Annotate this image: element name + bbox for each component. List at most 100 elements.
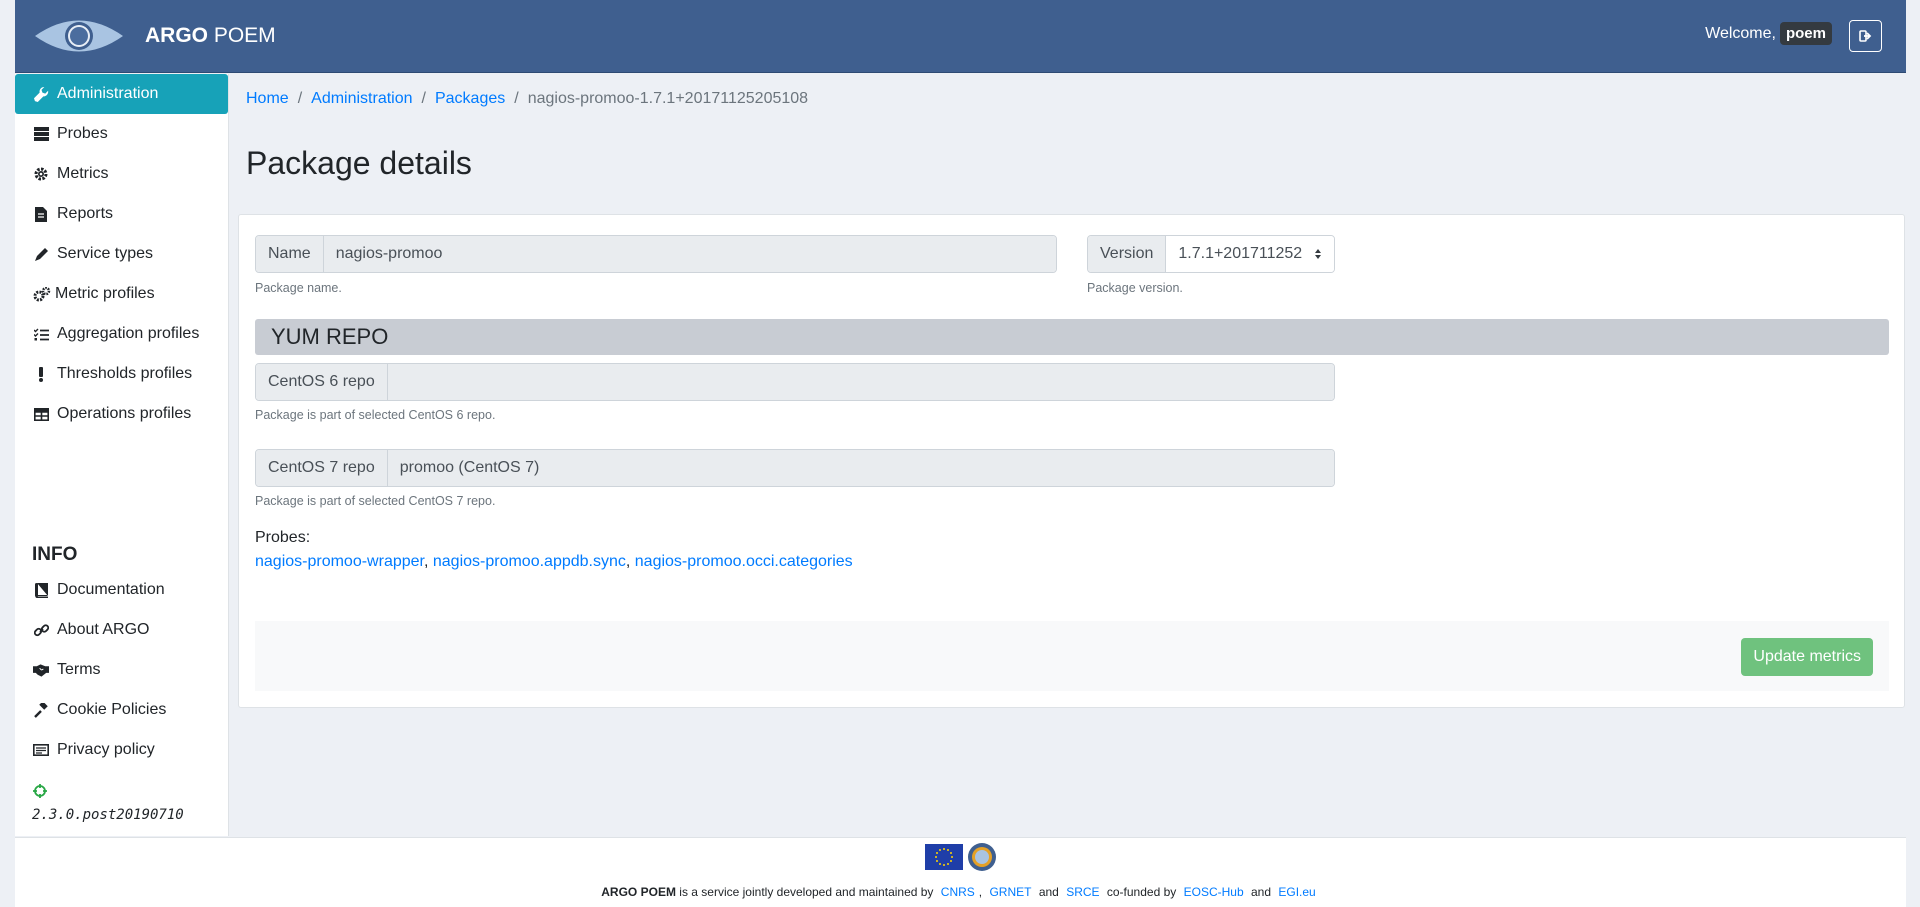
crosshairs-icon bbox=[33, 784, 228, 803]
sidebar-item-label: Administration bbox=[57, 85, 159, 102]
username-badge: poem bbox=[1779, 22, 1832, 45]
breadcrumb-current: nagios-promoo-1.7.1+20171125205108 bbox=[527, 90, 809, 107]
centos6-help-text: Package is part of selected CentOS 6 rep… bbox=[255, 408, 496, 422]
footer-link-srce[interactable]: SRCE bbox=[1066, 885, 1099, 899]
sidebar-item-label: Probes bbox=[57, 125, 108, 142]
brand-title[interactable]: ARGO POEM bbox=[145, 24, 276, 48]
version-select[interactable]: 1.7.1+201711252 bbox=[1166, 236, 1334, 272]
list-check-icon bbox=[33, 326, 49, 342]
sidebar-item-label: Operations profiles bbox=[57, 405, 192, 422]
book-icon bbox=[33, 582, 49, 598]
sidebar-item-label: Cookie Policies bbox=[57, 701, 167, 718]
footer-link-cnrs[interactable]: CNRS bbox=[941, 885, 975, 899]
name-help-text: Package name. bbox=[255, 281, 342, 295]
id-card-icon bbox=[33, 742, 49, 758]
sidebar-item-label: About ARGO bbox=[57, 621, 150, 638]
version-selected-value: 1.7.1+201711252 bbox=[1178, 245, 1303, 262]
breadcrumb-separator: / bbox=[297, 90, 303, 107]
link-icon bbox=[33, 622, 49, 638]
handshake-icon bbox=[33, 662, 49, 678]
eu-flag-logo bbox=[925, 844, 963, 870]
sidebar-item-terms[interactable]: Terms bbox=[15, 650, 228, 690]
gears-icon bbox=[33, 286, 51, 302]
yum-repo-section-title: YUM REPO bbox=[255, 319, 1889, 355]
breadcrumb-home[interactable]: Home bbox=[246, 90, 289, 108]
server-icon bbox=[33, 126, 49, 142]
sidebar-item-label: Thresholds profiles bbox=[57, 365, 193, 382]
sidebar-item-aggregation-profiles[interactable]: Aggregation profiles bbox=[15, 314, 228, 354]
table-icon bbox=[33, 406, 49, 422]
sidebar: Administration Probes Metrics Reports Se… bbox=[15, 74, 229, 836]
sidebar-item-label: Reports bbox=[57, 205, 114, 222]
sidebar-item-label: Metrics bbox=[57, 165, 109, 182]
breadcrumb-separator: / bbox=[421, 90, 426, 107]
footer-text: ARGO POEM is a service jointly developed… bbox=[601, 885, 1316, 899]
name-input[interactable]: nagios-promoo bbox=[323, 236, 1056, 272]
sidebar-item-operations-profiles[interactable]: Operations profiles bbox=[15, 394, 228, 434]
centos7-field-label: CentOS 7 repo bbox=[256, 450, 388, 486]
sidebar-item-label: Terms bbox=[57, 661, 101, 678]
sidebar-item-label: Aggregation profiles bbox=[57, 325, 200, 342]
wrench-icon bbox=[33, 86, 49, 102]
logout-button[interactable] bbox=[1849, 20, 1882, 52]
file-icon bbox=[33, 206, 49, 222]
footer-logos bbox=[925, 842, 997, 872]
select-arrows-icon bbox=[1315, 249, 1321, 259]
centos7-field-group: CentOS 7 repo promoo (CentOS 7) bbox=[255, 449, 1335, 487]
sidebar-item-label: Documentation bbox=[57, 581, 165, 598]
probe-link[interactable]: nagios-promoo-wrapper bbox=[255, 553, 424, 570]
top-header: ARGO POEM Welcome, poem bbox=[15, 0, 1906, 73]
name-field-label: Name bbox=[256, 236, 324, 272]
welcome-area: Welcome, poem bbox=[1705, 22, 1832, 45]
version-label: 2.3.0.post20190710 bbox=[32, 807, 184, 823]
update-metrics-button[interactable]: Update metrics bbox=[1741, 638, 1873, 676]
footer-link-egi[interactable]: EGI.eu bbox=[1278, 885, 1315, 899]
breadcrumb: Home / Administration / Packages / nagio… bbox=[246, 90, 808, 108]
sidebar-item-thresholds-profiles[interactable]: Thresholds profiles bbox=[15, 354, 228, 394]
breadcrumb-packages[interactable]: Packages bbox=[435, 90, 505, 108]
centos6-field-label: CentOS 6 repo bbox=[256, 364, 388, 400]
argo-circle-logo bbox=[968, 843, 996, 871]
gear-icon bbox=[33, 166, 49, 182]
footer-link-eosc-hub[interactable]: EOSC-Hub bbox=[1184, 885, 1244, 899]
sidebar-item-service-types[interactable]: Service types bbox=[15, 234, 228, 274]
welcome-text: Welcome, bbox=[1705, 24, 1776, 42]
page-title: Package details bbox=[246, 145, 472, 181]
sidebar-item-metric-profiles[interactable]: Metric profiles bbox=[15, 274, 228, 314]
sidebar-item-probes[interactable]: Probes bbox=[15, 114, 228, 154]
footer-text-part: is a service jointly developed and maint… bbox=[679, 885, 934, 899]
version-help-text: Package version. bbox=[1087, 281, 1183, 295]
centos7-help-text: Package is part of selected CentOS 7 rep… bbox=[255, 494, 496, 508]
probe-link[interactable]: nagios-promoo.occi.categories bbox=[635, 553, 853, 570]
sidebar-item-about-argo[interactable]: About ARGO bbox=[15, 610, 228, 650]
sidebar-item-reports[interactable]: Reports bbox=[15, 194, 228, 234]
card-footer: Update metrics bbox=[255, 621, 1889, 691]
centos6-input[interactable] bbox=[387, 364, 1334, 400]
sidebar-item-label: Service types bbox=[57, 245, 154, 262]
footer-text-part: and bbox=[1250, 885, 1272, 899]
footer-link-grnet[interactable]: GRNET bbox=[989, 885, 1031, 899]
centos7-input[interactable]: promoo (CentOS 7) bbox=[387, 450, 1334, 486]
footer-text-part: and bbox=[1038, 885, 1059, 899]
sidebar-item-cookie-policies[interactable]: Cookie Policies bbox=[15, 690, 228, 730]
sidebar-item-metrics[interactable]: Metrics bbox=[15, 154, 228, 194]
probes-label: Probes: bbox=[255, 529, 311, 546]
sidebar-item-administration[interactable]: Administration bbox=[15, 74, 228, 114]
probe-link[interactable]: nagios-promoo.appdb.sync bbox=[433, 553, 626, 570]
probes-list: nagios-promoo-wrapper, nagios-promoo.app… bbox=[255, 553, 853, 571]
breadcrumb-separator: / bbox=[514, 90, 519, 107]
page-footer: ARGO POEM is a service jointly developed… bbox=[15, 837, 1906, 907]
sign-out-icon bbox=[1858, 30, 1871, 42]
package-details-card: Name nagios-promoo Package name. Version… bbox=[238, 214, 1905, 708]
footer-brand: ARGO POEM bbox=[601, 885, 676, 899]
probe-separator: , bbox=[625, 553, 635, 570]
sidebar-item-privacy-policy[interactable]: Privacy policy bbox=[15, 730, 228, 770]
sidebar-item-label: Metric profiles bbox=[55, 285, 155, 302]
breadcrumb-administration[interactable]: Administration bbox=[311, 90, 412, 108]
argo-eye-logo[interactable] bbox=[33, 13, 125, 59]
probe-separator: , bbox=[423, 553, 433, 570]
centos6-field-group: CentOS 6 repo bbox=[255, 363, 1335, 401]
version-field-group: Version 1.7.1+201711252 bbox=[1087, 235, 1335, 273]
name-field-group: Name nagios-promoo bbox=[255, 235, 1057, 273]
sidebar-item-documentation[interactable]: Documentation bbox=[15, 570, 228, 610]
